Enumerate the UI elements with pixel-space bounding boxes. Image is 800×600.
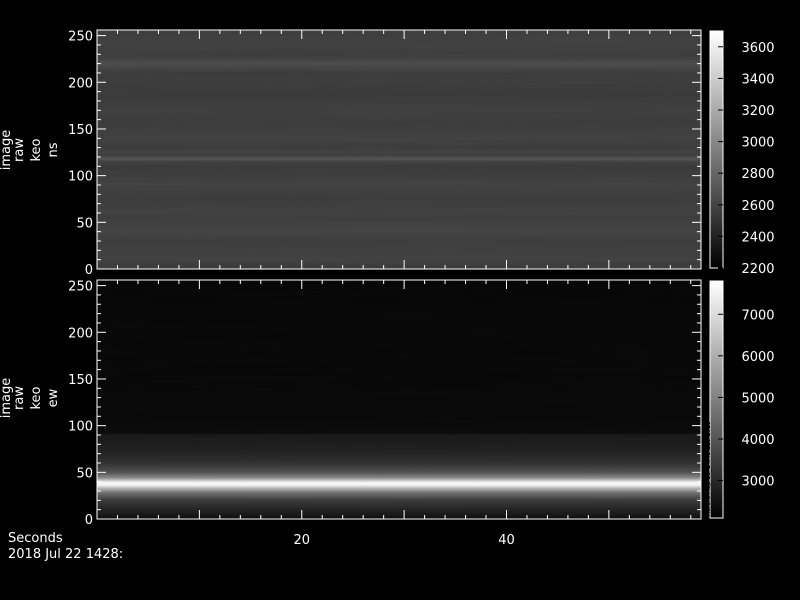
colorbar-tick-label: 7000 — [741, 308, 774, 323]
y-tick-label: 100 — [68, 420, 93, 435]
colorbar-tick-label: 2200 — [741, 262, 774, 277]
top-ylabel-line-4: ns — [46, 142, 61, 157]
x-axis-label: Seconds — [8, 531, 63, 546]
top-y-axis-label: image raw keo ns — [0, 130, 61, 171]
x-tick-label: 40 — [498, 533, 515, 548]
keogram-figure: 050100150200250 image raw keo ns 2200240… — [0, 29, 775, 548]
colorbar-tick-label: 3400 — [741, 72, 774, 87]
y-tick-label: 150 — [68, 373, 93, 388]
bottom-ylabel-line-3: keo — [29, 386, 44, 409]
y-tick-label: 0 — [85, 513, 93, 528]
colorbar-tick-label: 3000 — [741, 136, 774, 151]
top-keogram-panel: 0 50 100 150 200 250 image raw keo ns 2200 240… — [0, 29, 775, 278]
colorbar-tick-label: 3600 — [741, 41, 774, 56]
bottom-y-axis-label: image raw keo ew — [0, 378, 61, 419]
top-ylabel-line-2: raw — [12, 138, 27, 162]
colorbar-tick-label: 2600 — [741, 199, 774, 214]
colorbar-tick-label: 3000 — [741, 475, 774, 490]
colorbar-tick-label: 2800 — [741, 167, 774, 182]
top-ylabel-line-3: keo — [29, 138, 44, 161]
top-colorbar — [709, 30, 724, 269]
y-tick-label: 50 — [76, 466, 93, 481]
y-tick-label: 250 — [68, 30, 93, 45]
colorbar-tick-label: 3200 — [741, 104, 774, 119]
bottom-ylabel-line-2: raw — [12, 386, 27, 410]
y-tick-label: 100 — [68, 170, 93, 185]
colorbar-tick-label: 4000 — [741, 433, 774, 448]
y-tick-label: 150 — [68, 123, 93, 138]
colorbar-tick-label: 6000 — [741, 350, 774, 365]
watermark: Aurora Map 18_14.43.223.2025 — [705, 421, 712, 516]
top-colorbar-ticks: 2200 2400 2600 2800 3000 3200 3400 3600 — [718, 41, 775, 277]
y-tick-label: 0 — [85, 263, 93, 278]
bottom-ylabel-line-4: ew — [46, 388, 61, 407]
x-tick-label: 20 — [293, 533, 310, 548]
bottom-noise-texture — [97, 280, 701, 519]
y-tick-label: 250 — [68, 280, 93, 295]
bottom-colorbar-ticks: 3000 4000 5000 6000 7000 — [718, 308, 775, 490]
y-tick-label: 200 — [68, 76, 93, 91]
x-tick-labels: 20 40 — [293, 533, 514, 548]
footer-date: 2018 Jul 22 1428: — [8, 547, 124, 562]
colorbar-tick-label: 2400 — [741, 230, 774, 245]
y-tick-label: 50 — [76, 216, 93, 231]
top-noise-texture — [97, 30, 701, 269]
y-tick-label: 200 — [68, 326, 93, 341]
colorbar-tick-label: 5000 — [741, 391, 774, 406]
bottom-keogram-panel: 0 50 100 150 200 250 image raw keo ew 3000 400… — [0, 279, 775, 528]
